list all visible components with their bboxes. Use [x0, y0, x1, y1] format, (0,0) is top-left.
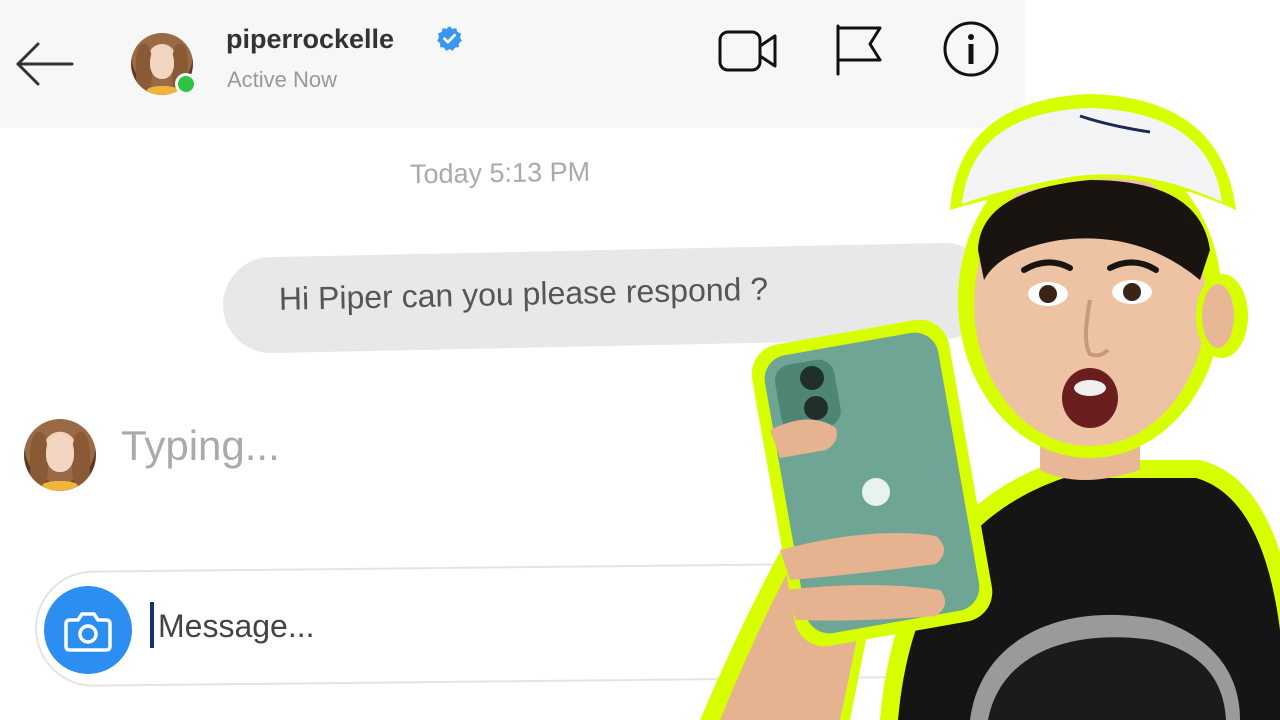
back-button[interactable]	[12, 34, 76, 94]
typing-indicator: Typing...	[121, 422, 280, 469]
verified-badge-icon	[437, 26, 462, 51]
arrow-left-icon	[16, 42, 74, 86]
message-input[interactable]	[156, 602, 660, 650]
camera-icon	[64, 612, 112, 652]
report-flag-button[interactable]	[832, 22, 886, 76]
active-status: Active Now	[227, 67, 338, 92]
text-caret	[150, 602, 154, 648]
flag-icon	[836, 24, 882, 76]
reaction-photo	[700, 94, 1280, 720]
online-status-dot	[175, 73, 197, 95]
chat-username[interactable]: piperrockelle	[226, 24, 394, 55]
camera-button[interactable]	[44, 586, 132, 674]
sender-avatar[interactable]	[24, 419, 96, 491]
message-timestamp: Today 5:13 PM	[409, 156, 591, 190]
video-camera-icon	[718, 30, 777, 72]
video-call-button[interactable]	[717, 26, 779, 76]
info-icon	[943, 21, 999, 77]
info-button[interactable]	[942, 20, 1000, 78]
